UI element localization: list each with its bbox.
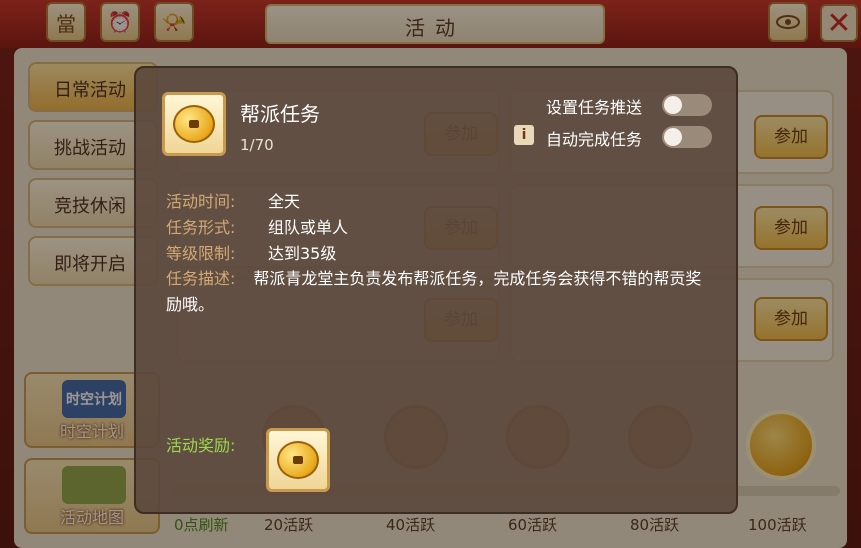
description-text: 帮派青龙堂主负责发布帮派任务，完成任务会获得不错的帮贡奖励哦。 bbox=[166, 269, 702, 314]
reward-label: 活动奖励: bbox=[166, 436, 236, 455]
reward-item[interactable] bbox=[266, 428, 330, 492]
field-value: 组队或单人 bbox=[268, 218, 349, 237]
push-setting-label: 设置任务推送 bbox=[546, 98, 643, 117]
field-value: 达到35级 bbox=[268, 244, 337, 263]
auto-complete-toggle[interactable] bbox=[662, 126, 712, 148]
field-label: 等级限制: bbox=[166, 244, 236, 263]
activity-icon bbox=[162, 92, 226, 156]
activity-count: 1/70 bbox=[240, 136, 274, 154]
info-icon[interactable]: i bbox=[514, 125, 534, 145]
activity-detail-popup: 帮派任务 1/70 设置任务推送 i 自动完成任务 活动时间: 全天 任务形式:… bbox=[134, 66, 738, 514]
coin-icon bbox=[277, 441, 319, 479]
field-label: 任务形式: bbox=[166, 218, 236, 237]
field-label: 活动时间: bbox=[166, 192, 236, 211]
coin-icon bbox=[173, 105, 215, 143]
description-label: 任务描述: bbox=[166, 269, 236, 288]
activity-description: 任务描述: 帮派青龙堂主负责发布帮派任务，完成任务会获得不错的帮贡奖励哦。 bbox=[166, 266, 712, 318]
auto-complete-label: 自动完成任务 bbox=[546, 130, 643, 149]
activity-title: 帮派任务 bbox=[240, 102, 320, 126]
push-toggle[interactable] bbox=[662, 94, 712, 116]
game-window: 當 ⏰ 📯 活动 ✕ 日常活动 挑战活动 竞技休闲 即将开启 时空计划 时空计划… bbox=[0, 0, 861, 548]
field-value: 全天 bbox=[268, 192, 301, 211]
